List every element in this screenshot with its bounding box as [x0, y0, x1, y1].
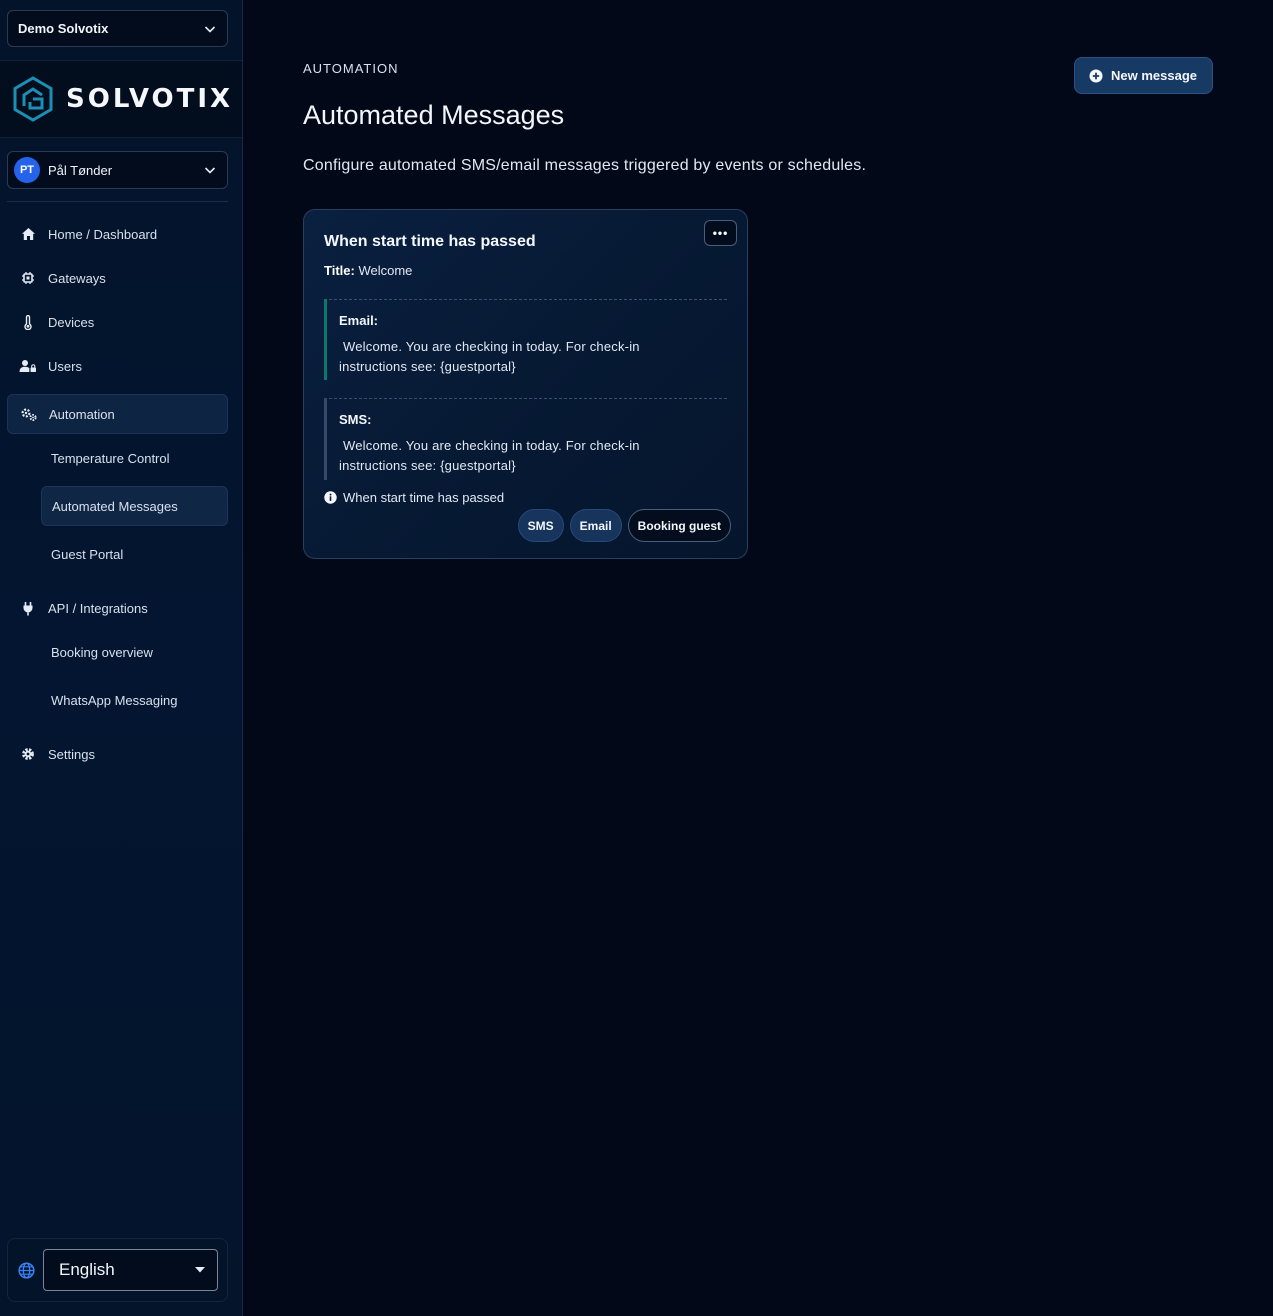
chip-email: Email	[569, 509, 622, 542]
sidebar-item-label: Booking overview	[51, 644, 153, 660]
sidebar-item-label: Gateways	[48, 270, 106, 286]
subtitle-label: Title:	[324, 263, 355, 278]
sidebar-item-label: Users	[48, 358, 82, 374]
sidebar-item-booking-overview[interactable]: Booking overview	[41, 632, 228, 672]
language-selector-panel: English	[7, 1238, 228, 1302]
plug-icon	[19, 599, 37, 617]
caret-down-icon	[195, 1267, 205, 1273]
chip-sms: SMS	[517, 509, 564, 542]
new-message-label: New message	[1111, 68, 1197, 83]
sidebar-item-label: Settings	[48, 746, 95, 762]
sidebar-item-automated-messages[interactable]: Automated Messages	[41, 486, 228, 526]
brand-logo: SOLVOTIX	[0, 60, 242, 138]
sidebar-item-label: Automation	[49, 406, 115, 422]
trigger-text: When start time has passed	[343, 490, 505, 505]
email-message-block: Email: Welcome. You are checking in toda…	[324, 299, 727, 380]
chevron-down-icon	[203, 163, 217, 177]
user-name: Pål Tønder	[48, 162, 113, 178]
sms-label: SMS:	[339, 412, 372, 427]
sidebar-item-label: Guest Portal	[51, 546, 124, 562]
sidebar-item-gateways[interactable]: Gateways	[7, 258, 228, 298]
sidebar-item-label: API / Integrations	[48, 600, 148, 616]
card-subtitle: Title: Welcome	[324, 263, 412, 278]
gear-icon	[19, 745, 37, 763]
trigger-info: When start time has passed	[324, 490, 504, 505]
email-body-line: Welcome. You are checking in today. For …	[343, 339, 640, 354]
user-lock-icon	[19, 357, 37, 375]
channel-chips: SMS Email Booking guest	[517, 509, 731, 542]
language-select[interactable]: English	[43, 1249, 218, 1291]
sms-body: Welcome. You are checking in today. For …	[339, 436, 727, 476]
sidebar-item-home[interactable]: Home / Dashboard	[7, 214, 228, 254]
sidebar-item-whatsapp-messaging[interactable]: WhatsApp Messaging	[41, 680, 228, 720]
sidebar-item-guest-portal[interactable]: Guest Portal	[41, 534, 228, 574]
sidebar-item-label: Devices	[48, 314, 95, 330]
email-body: Welcome. You are checking in today. For …	[339, 337, 727, 377]
sidebar-divider	[7, 201, 228, 202]
globe-icon	[18, 1261, 35, 1279]
card-title: When start time has passed	[324, 233, 536, 250]
subtitle-value: Welcome	[358, 263, 413, 278]
sidebar-item-label: Home / Dashboard	[48, 226, 158, 242]
sidebar-item-temperature-control[interactable]: Temperature Control	[41, 438, 228, 478]
organization-select[interactable]: Demo Solvotix	[7, 10, 228, 47]
automated-message-card: ••• When start time has passed Title: We…	[303, 209, 748, 559]
email-body-line: instructions see: {guestportal}	[339, 359, 516, 374]
breadcrumb: AUTOMATION	[303, 61, 399, 76]
sms-message-block: SMS: Welcome. You are checking in today.…	[324, 398, 727, 480]
language-select-value: English	[59, 1260, 115, 1279]
sidebar-item-label: Temperature Control	[51, 450, 170, 466]
info-icon	[324, 491, 337, 504]
plus-circle-icon	[1089, 69, 1103, 83]
solvotix-logo-icon	[13, 76, 53, 122]
new-message-button[interactable]: New message	[1074, 57, 1213, 94]
chip-icon	[19, 269, 37, 287]
sms-body-line: Welcome. You are checking in today. For …	[343, 438, 640, 453]
home-icon	[19, 225, 37, 243]
sms-body-line: instructions see: {guestportal}	[339, 458, 516, 473]
card-menu-button[interactable]: •••	[704, 220, 737, 246]
avatar: PT	[14, 157, 40, 183]
thermometer-icon	[19, 313, 37, 331]
user-select[interactable]: PT Pål Tønder	[7, 151, 228, 189]
email-label: Email:	[339, 313, 379, 328]
page-title: Automated Messages	[303, 100, 565, 130]
sidebar: Demo Solvotix SOLVOTIX PT Pål Tønder Hom…	[0, 0, 243, 1316]
organization-select-label: Demo Solvotix	[18, 21, 109, 36]
sidebar-item-label: Automated Messages	[52, 498, 178, 514]
sidebar-item-automation[interactable]: Automation	[7, 394, 228, 434]
chip-booking-guest: Booking guest	[627, 509, 731, 542]
sidebar-item-api-integrations[interactable]: API / Integrations	[7, 588, 228, 628]
more-options-icon: •••	[712, 226, 729, 240]
sidebar-item-users[interactable]: Users	[7, 346, 228, 386]
gears-icon	[20, 405, 38, 423]
sidebar-item-settings[interactable]: Settings	[7, 734, 228, 774]
chevron-down-icon	[203, 22, 217, 36]
page-description: Configure automated SMS/email messages t…	[303, 157, 867, 174]
logo-text: SOLVOTIX	[66, 84, 234, 114]
sidebar-item-devices[interactable]: Devices	[7, 302, 228, 342]
sidebar-item-label: WhatsApp Messaging	[51, 692, 178, 708]
